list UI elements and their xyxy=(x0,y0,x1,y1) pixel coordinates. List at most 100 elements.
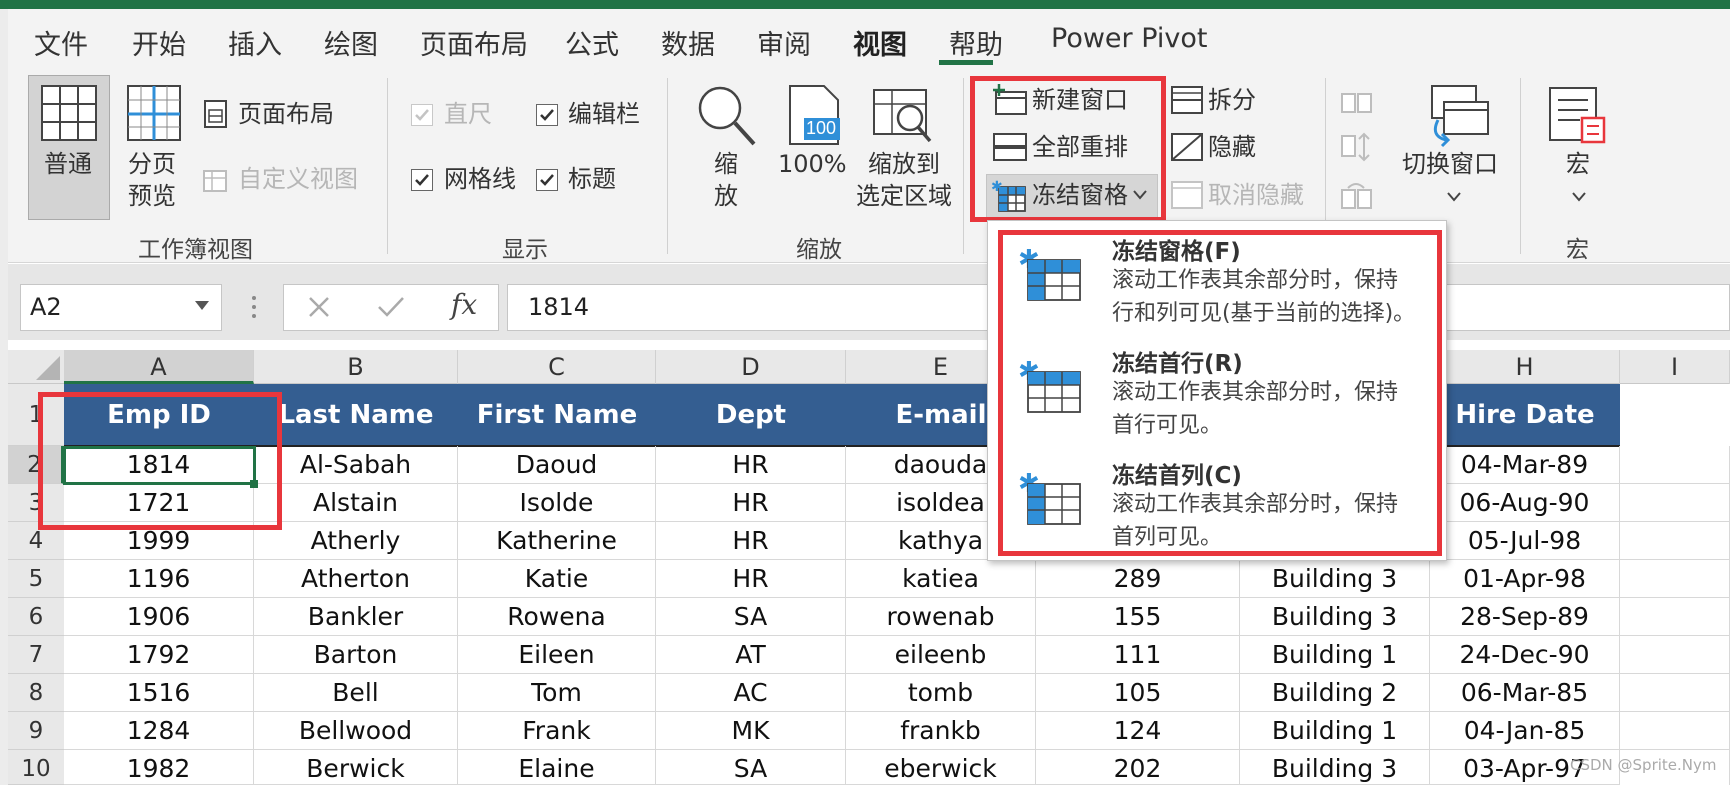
tab-power-pivot[interactable]: Power Pivot xyxy=(1051,23,1208,54)
tab-help[interactable]: 帮助 xyxy=(949,23,1003,62)
data-cell[interactable]: 202 xyxy=(1036,750,1240,785)
data-cell[interactable]: 1516 xyxy=(64,674,254,712)
headings-checkbox[interactable] xyxy=(536,169,558,191)
tab-data[interactable]: 数据 xyxy=(661,23,715,62)
data-cell[interactable]: Katherine xyxy=(458,522,656,560)
column-header-h[interactable]: H xyxy=(1430,350,1620,384)
zoom-to-selection-icon[interactable] xyxy=(872,86,934,146)
data-cell[interactable]: Barton xyxy=(254,636,458,674)
data-cell[interactable]: Bellwood xyxy=(254,712,458,750)
data-cell[interactable]: frankb xyxy=(846,712,1036,750)
empty-cell[interactable] xyxy=(1620,484,1730,522)
data-cell[interactable]: AC xyxy=(656,674,846,712)
tab-insert[interactable]: 插入 xyxy=(228,23,282,62)
data-cell[interactable]: Isolde xyxy=(458,484,656,522)
data-cell[interactable]: Atherly xyxy=(254,522,458,560)
empty-cell[interactable] xyxy=(1620,712,1730,750)
data-cell[interactable]: Bell xyxy=(254,674,458,712)
drag-handle-icon[interactable] xyxy=(250,294,258,320)
enter-check-icon[interactable] xyxy=(377,295,405,319)
data-cell[interactable]: rowenab xyxy=(846,598,1036,636)
data-cell[interactable]: Atherton xyxy=(254,560,458,598)
data-cell[interactable]: 01-Apr-98 xyxy=(1430,560,1620,598)
column-header-b[interactable]: B xyxy=(254,350,458,384)
header-cell-hire-date[interactable]: Hire Date xyxy=(1430,384,1620,446)
tab-view[interactable]: 视图 xyxy=(853,23,907,62)
row-header-5[interactable]: 5 xyxy=(8,560,64,598)
page-layout-icon[interactable] xyxy=(204,100,228,128)
data-cell[interactable]: 111 xyxy=(1036,636,1240,674)
zoom-icon[interactable] xyxy=(696,84,758,148)
name-box[interactable]: A2 xyxy=(20,284,222,331)
data-cell[interactable]: Frank xyxy=(458,712,656,750)
data-cell[interactable]: HR xyxy=(656,484,846,522)
formula-bar-checkbox[interactable] xyxy=(536,104,558,126)
data-cell[interactable]: 124 xyxy=(1036,712,1240,750)
data-cell[interactable]: SA xyxy=(656,750,846,785)
data-cell[interactable]: HR xyxy=(656,446,846,484)
data-cell[interactable]: 04-Jan-85 xyxy=(1430,712,1620,750)
header-cell-last-name[interactable]: Last Name xyxy=(254,384,458,446)
gridlines-checkbox[interactable] xyxy=(411,169,433,191)
page-layout-label[interactable]: 页面布局 xyxy=(238,98,334,130)
data-cell[interactable]: katiea xyxy=(846,560,1036,598)
data-cell[interactable]: Building 3 xyxy=(1240,560,1430,598)
chevron-down-icon[interactable] xyxy=(1571,190,1587,204)
data-cell[interactable]: Building 3 xyxy=(1240,598,1430,636)
data-cell[interactable]: 24-Dec-90 xyxy=(1430,636,1620,674)
empty-cell[interactable] xyxy=(1620,598,1730,636)
data-cell[interactable]: HR xyxy=(656,522,846,560)
data-cell[interactable]: Daoud xyxy=(458,446,656,484)
data-cell[interactable]: Katie xyxy=(458,560,656,598)
data-cell[interactable]: Alstain xyxy=(254,484,458,522)
select-all-icon[interactable] xyxy=(8,350,64,384)
row-header-10[interactable]: 10 xyxy=(8,750,64,785)
switch-windows-label[interactable]: 切换窗口 xyxy=(1402,148,1498,180)
data-cell[interactable]: Tom xyxy=(458,674,656,712)
data-cell[interactable]: 28-Sep-89 xyxy=(1430,598,1620,636)
empty-cell[interactable] xyxy=(1620,560,1730,598)
tab-review[interactable]: 审阅 xyxy=(757,23,811,62)
tab-file[interactable]: 文件 xyxy=(34,23,88,62)
chevron-down-icon[interactable] xyxy=(1446,190,1462,204)
column-header-i[interactable]: I xyxy=(1620,350,1730,384)
data-cell[interactable]: 06-Mar-85 xyxy=(1430,674,1620,712)
column-header-c[interactable]: C xyxy=(458,350,656,384)
header-cell-first-name[interactable]: First Name xyxy=(458,384,656,446)
tab-home[interactable]: 开始 xyxy=(132,23,186,62)
empty-cell[interactable] xyxy=(1620,636,1730,674)
data-cell[interactable]: Elaine xyxy=(458,750,656,785)
data-cell[interactable]: Rowena xyxy=(458,598,656,636)
column-header-a[interactable]: A xyxy=(64,350,254,384)
data-cell[interactable]: 289 xyxy=(1036,560,1240,598)
macros-icon[interactable] xyxy=(1546,84,1610,148)
data-cell[interactable]: eileenb xyxy=(846,636,1036,674)
tab-formulas[interactable]: 公式 xyxy=(565,23,619,62)
data-cell[interactable]: AT xyxy=(656,636,846,674)
switch-windows-icon[interactable] xyxy=(1420,84,1490,148)
data-cell[interactable]: tomb xyxy=(846,674,1036,712)
insert-function-button[interactable]: fx xyxy=(451,288,477,321)
data-cell[interactable]: 155 xyxy=(1036,598,1240,636)
tab-page-layout[interactable]: 页面布局 xyxy=(420,23,528,62)
data-cell[interactable]: 06-Aug-90 xyxy=(1430,484,1620,522)
empty-cell[interactable] xyxy=(1620,674,1730,712)
empty-cell[interactable] xyxy=(1620,446,1730,484)
name-box-dropdown-icon[interactable] xyxy=(194,300,210,312)
data-cell[interactable]: Building 2 xyxy=(1240,674,1430,712)
data-cell[interactable]: 105 xyxy=(1036,674,1240,712)
data-cell[interactable]: 05-Jul-98 xyxy=(1430,522,1620,560)
row-header-7[interactable]: 7 xyxy=(8,636,64,674)
split-button[interactable]: 拆分 xyxy=(1208,84,1256,116)
data-cell[interactable]: Bankler xyxy=(254,598,458,636)
data-cell[interactable]: Berwick xyxy=(254,750,458,785)
data-cell[interactable]: 1906 xyxy=(64,598,254,636)
column-header-d[interactable]: D xyxy=(656,350,846,384)
hide-button[interactable]: 隐藏 xyxy=(1208,131,1256,163)
data-cell[interactable]: 1982 xyxy=(64,750,254,785)
header-cell-dept[interactable]: Dept xyxy=(656,384,846,446)
data-cell[interactable]: SA xyxy=(656,598,846,636)
data-cell[interactable]: Building 1 xyxy=(1240,712,1430,750)
row-header-9[interactable]: 9 xyxy=(8,712,64,750)
ruler-checkbox[interactable] xyxy=(411,104,433,126)
